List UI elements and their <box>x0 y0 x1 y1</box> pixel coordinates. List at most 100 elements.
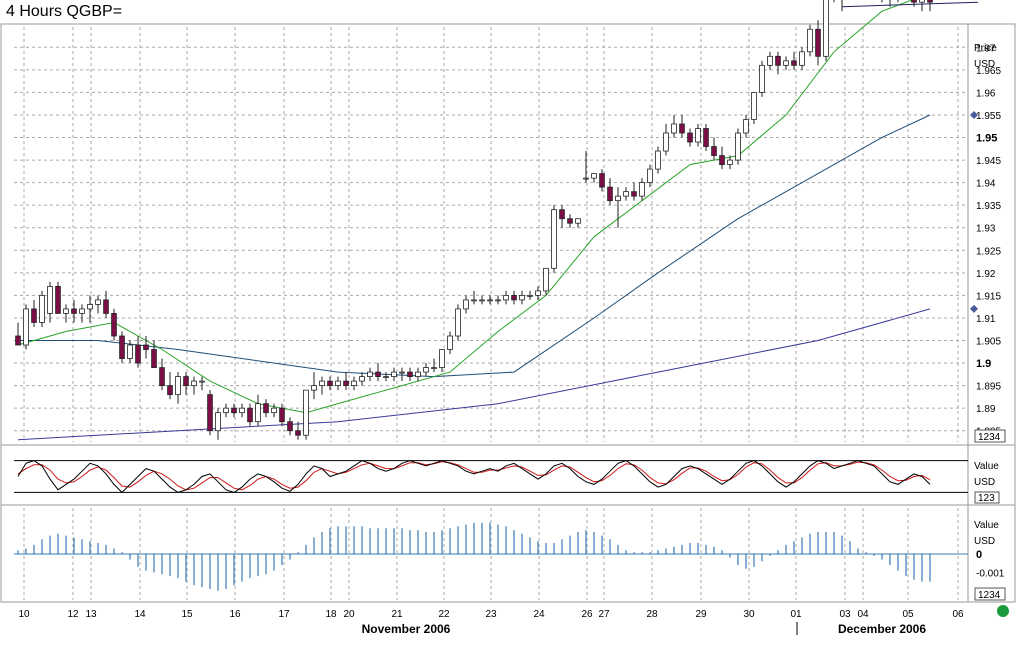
x-tick-label: 13 <box>85 609 97 620</box>
candle-body <box>239 407 245 414</box>
x-tick-label: 30 <box>743 609 755 620</box>
candle-body <box>591 173 597 179</box>
x-tick-label: 03 <box>839 609 851 620</box>
x-tick-label: 18 <box>325 609 337 620</box>
candle-body <box>551 209 557 269</box>
x-tick-label: 05 <box>902 609 914 620</box>
candle-body <box>623 191 629 197</box>
x-tick-label: 23 <box>485 609 497 620</box>
candle-body <box>79 308 85 314</box>
price-tick-label: 1.92 <box>976 269 996 280</box>
candle-body <box>87 304 93 310</box>
candle-body <box>575 218 581 224</box>
x-tick-label: 14 <box>134 609 146 620</box>
price-tick-label: 1.96 <box>976 88 996 99</box>
candle-body <box>287 421 293 432</box>
candle-body <box>335 380 341 387</box>
candle-body <box>23 308 29 346</box>
candle-body <box>807 28 813 53</box>
x-tick-label: 29 <box>695 609 707 620</box>
price-scale-box-label: 1234 <box>978 432 1001 443</box>
macd-tick-label: -0.001 <box>976 568 1005 579</box>
candle-body <box>663 132 669 152</box>
x-tick-label: 15 <box>181 609 193 620</box>
candle-body <box>639 182 645 197</box>
candle-body <box>759 64 765 93</box>
chart-canvas: 10 12 13 14 15 16 17 18 20 21 22 23 24 26 27 28 29 30 01 03… <box>0 0 1016 636</box>
x-tick-label: 22 <box>438 609 450 620</box>
candle-body <box>527 294 533 297</box>
x-tick-label: 12 <box>67 609 79 620</box>
price-tick-label: 1.9 <box>976 358 991 370</box>
candle-body <box>415 371 421 377</box>
macd-scale-box-label: 1234 <box>978 590 1001 601</box>
x-tick-label: 21 <box>391 609 403 620</box>
month-label: December 2006 <box>838 622 926 636</box>
candle-body <box>447 335 453 350</box>
macd-panel-unit: USD <box>974 536 995 547</box>
candle-body <box>711 146 717 156</box>
candle-body <box>351 380 357 387</box>
candle-body <box>359 376 365 382</box>
candle-body <box>455 308 461 337</box>
candle-body <box>95 299 101 305</box>
candle-body <box>647 168 653 184</box>
candle-body <box>679 123 685 134</box>
price-tick-label: 1.91 <box>976 314 996 325</box>
candle-body <box>103 299 109 314</box>
candle-body <box>199 380 205 383</box>
candle-body <box>543 267 549 292</box>
candle-body <box>479 299 485 302</box>
month-label: November 2006 <box>362 622 451 636</box>
x-tick-label: 17 <box>278 609 290 620</box>
candle-body <box>535 290 541 296</box>
candle-body <box>375 371 381 377</box>
candle-body <box>911 0 917 3</box>
candle-body <box>231 407 237 414</box>
stoch-d-line <box>17 461 931 491</box>
candle-body <box>343 380 349 387</box>
candle-body <box>567 218 573 224</box>
price-panel-label: Price <box>974 43 997 54</box>
candle-body <box>47 285 53 314</box>
candle-body <box>511 294 517 301</box>
candle-body <box>671 123 677 134</box>
candle-body <box>687 132 693 143</box>
price-tick-label: 1.945 <box>976 156 1001 167</box>
candle-body <box>775 55 781 66</box>
macd-tick-label: 0 <box>976 549 982 561</box>
candle-body <box>607 186 613 202</box>
candle-body <box>463 299 469 310</box>
candle-body <box>319 380 325 387</box>
x-tick-label: 06 <box>952 609 964 620</box>
ma-mid-line <box>18 114 931 378</box>
price-tick-label: 1.935 <box>976 201 1001 212</box>
price-tick-label: 1.955 <box>976 111 1001 122</box>
price-tick-label: 1.89 <box>976 404 996 415</box>
x-tick-label: 26 <box>581 609 593 620</box>
candle-body <box>783 60 789 66</box>
candle-body <box>767 55 773 66</box>
x-tick-label: 24 <box>533 609 545 620</box>
candle-body <box>303 389 309 436</box>
candle-body <box>495 299 501 302</box>
candle-body <box>503 294 509 301</box>
candle-body <box>791 60 797 66</box>
candle-body <box>743 119 749 134</box>
macd-panel-label: Value <box>974 520 999 531</box>
candle-body <box>735 132 741 161</box>
candle-body <box>207 394 213 432</box>
stoch-k-line <box>17 460 931 494</box>
status-indicator-icon <box>997 605 1009 617</box>
candle-body <box>799 51 805 66</box>
candle-body <box>295 430 301 436</box>
candle-body <box>215 412 221 432</box>
candle-body <box>271 407 277 414</box>
candle-body <box>927 0 933 3</box>
candle-body <box>71 308 77 314</box>
candle-body <box>439 349 445 368</box>
candle-body <box>31 308 37 323</box>
candle-body <box>247 407 253 423</box>
x-tick-label: 10 <box>18 609 30 620</box>
candle-body <box>383 376 389 378</box>
